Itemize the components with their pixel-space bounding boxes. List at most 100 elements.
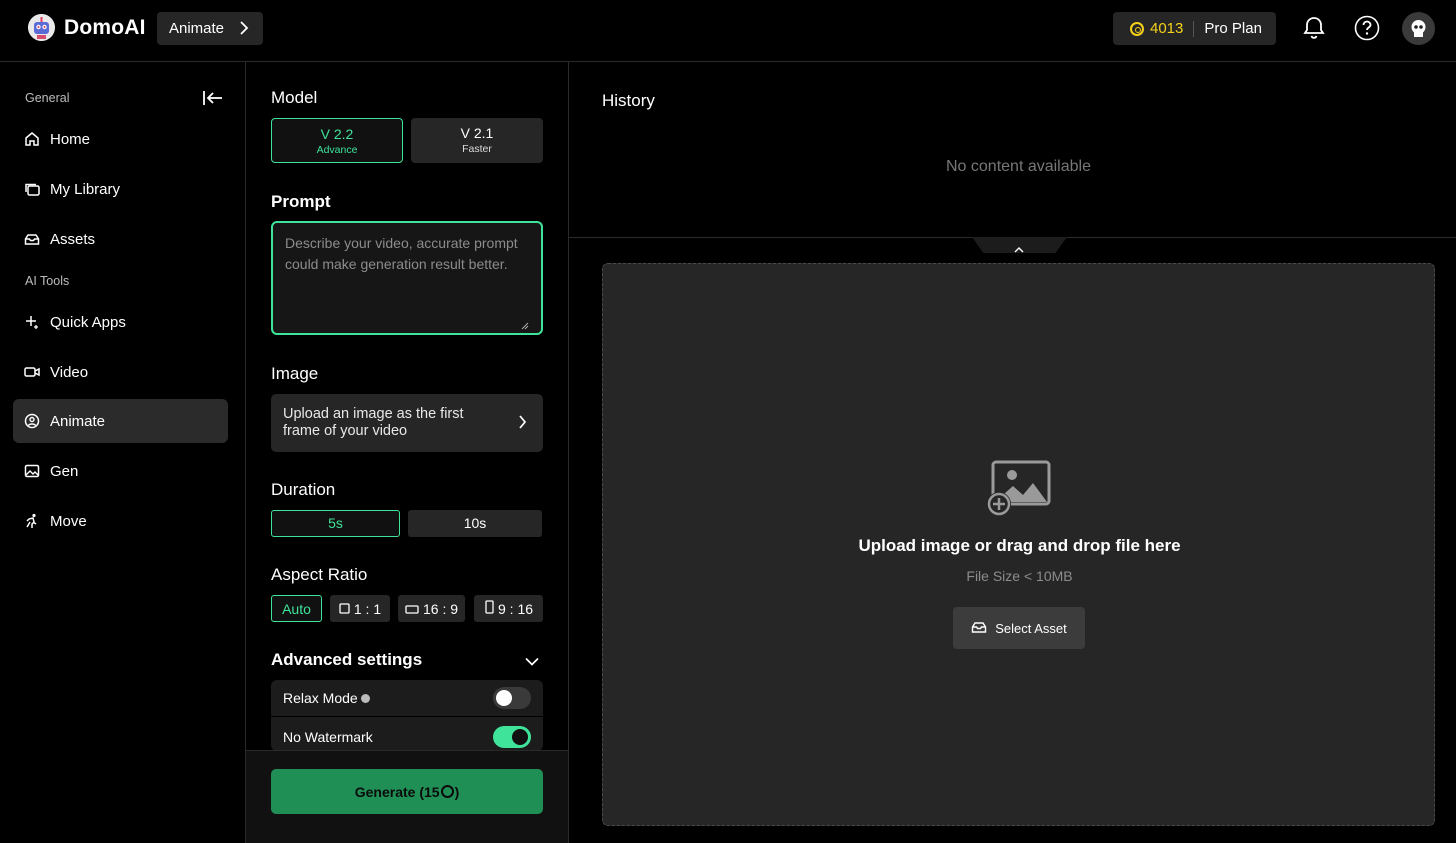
chevron-right-icon xyxy=(518,415,527,434)
chevron-up-icon xyxy=(1014,240,1024,253)
avatar[interactable] xyxy=(1402,12,1435,45)
aspect-label: 9 : 16 xyxy=(497,600,534,617)
model-version: V 2.1 xyxy=(460,125,494,141)
upload-title: Upload image or drag and drop file here xyxy=(858,536,1181,555)
history-title: History xyxy=(602,91,655,110)
image-title: Image xyxy=(271,364,319,383)
collapse-history-tab[interactable] xyxy=(972,237,1067,253)
run-icon xyxy=(23,512,41,530)
sidebar-item-label: Home xyxy=(50,130,91,148)
video-icon xyxy=(23,363,41,381)
logo-icon[interactable] xyxy=(28,14,55,41)
sidebar-item-gen[interactable]: Gen xyxy=(13,449,228,493)
generate-label: Generate (15 xyxy=(354,783,440,800)
model-desc: Faster xyxy=(462,143,492,155)
aspect-9-16-button[interactable]: 9 : 16 xyxy=(474,595,543,622)
landscape-icon xyxy=(405,601,419,617)
relax-mode-row: Relax Mode xyxy=(271,680,543,717)
coin-icon xyxy=(440,785,454,798)
prompt-box xyxy=(271,221,543,335)
sidebar-item-label: Gen xyxy=(50,462,79,480)
sidebar-item-quick-apps[interactable]: Quick Apps xyxy=(13,300,228,344)
app-name: DomoAI xyxy=(64,16,146,39)
aspect-16-9-button[interactable]: 16 : 9 xyxy=(398,595,465,622)
history-section: History No content available xyxy=(569,62,1456,238)
animate-icon xyxy=(23,412,41,430)
sidebar-item-assets[interactable]: Assets xyxy=(13,217,228,261)
image-upload-button[interactable]: Upload an image as the first frame of yo… xyxy=(271,394,543,452)
section-label-ai-tools: AI Tools xyxy=(25,274,70,288)
setting-label: No Watermark xyxy=(283,728,373,745)
select-asset-label: Select Asset xyxy=(995,620,1067,636)
bell-icon[interactable] xyxy=(1300,14,1328,42)
sidebar: General Home My Library Assets AI Tools … xyxy=(0,62,246,843)
prompt-input[interactable] xyxy=(285,233,529,321)
plan-label: Pro Plan xyxy=(1204,20,1262,37)
help-icon[interactable] xyxy=(1353,14,1381,42)
image-icon xyxy=(23,462,41,480)
generate-footer: Generate (15 ) xyxy=(246,750,568,843)
sidebar-item-video[interactable]: Video xyxy=(13,350,228,394)
square-icon xyxy=(339,601,350,617)
sidebar-item-label: Video xyxy=(50,363,89,381)
sparkle-icon xyxy=(23,313,41,331)
chevron-down-icon[interactable] xyxy=(525,653,539,671)
sidebar-item-move[interactable]: Move xyxy=(13,499,228,543)
model-v22-button[interactable]: V 2.2 Advance xyxy=(271,118,403,163)
breadcrumb-label: Animate xyxy=(169,20,225,37)
sidebar-item-label: Quick Apps xyxy=(50,313,126,331)
duration-title: Duration xyxy=(271,480,336,499)
sidebar-item-label: My Library xyxy=(50,180,121,198)
advanced-settings-box: Relax Mode No Watermark xyxy=(271,680,543,751)
select-asset-button[interactable]: Select Asset xyxy=(953,607,1085,649)
library-icon xyxy=(23,180,41,198)
aspect-label: Auto xyxy=(282,600,311,617)
sidebar-item-label: Assets xyxy=(50,230,96,248)
upload-dropzone[interactable]: Upload image or drag and drop file here … xyxy=(602,263,1435,826)
setting-label: Relax Mode xyxy=(283,690,358,706)
model-v21-button[interactable]: V 2.1 Faster xyxy=(411,118,543,163)
collapse-sidebar-icon[interactable] xyxy=(202,88,224,108)
credit-count: 4013 xyxy=(1150,20,1184,37)
model-title: Model xyxy=(271,88,318,107)
model-desc: Advance xyxy=(316,144,358,156)
empty-state-text: No content available xyxy=(946,158,1091,175)
generate-button[interactable]: Generate (15 ) xyxy=(271,769,543,814)
chevron-right-icon xyxy=(239,21,249,39)
credits-plan-button[interactable]: 4013 Pro Plan xyxy=(1113,12,1276,45)
duration-10s-button[interactable]: 10s xyxy=(408,510,542,537)
portrait-icon xyxy=(484,600,494,617)
aspect-1-1-button[interactable]: 1 : 1 xyxy=(330,595,390,622)
assets-icon xyxy=(971,620,987,637)
prompt-title: Prompt xyxy=(271,192,331,211)
duration-5s-button[interactable]: 5s xyxy=(271,510,400,537)
aspect-label: 1 : 1 xyxy=(353,600,382,617)
sidebar-item-home[interactable]: Home xyxy=(13,117,228,161)
relax-mode-toggle[interactable] xyxy=(493,687,531,709)
aspect-auto-button[interactable]: Auto xyxy=(271,595,322,622)
top-bar: DomoAI Animate 4013 Pro Plan xyxy=(0,0,1456,62)
divider xyxy=(1193,20,1195,37)
aspect-label: 16 : 9 xyxy=(422,600,459,617)
image-upload-text: Upload an image as the first frame of yo… xyxy=(283,406,464,439)
section-label-general: General xyxy=(25,91,70,105)
breadcrumb-animate[interactable]: Animate xyxy=(157,12,263,45)
generate-suffix: ) xyxy=(454,783,460,800)
aspect-ratio-title: Aspect Ratio xyxy=(271,565,368,584)
sidebar-item-my-library[interactable]: My Library xyxy=(13,167,228,211)
settings-panel: Model V 2.2 Advance V 2.1 Faster Prompt … xyxy=(246,62,569,843)
no-watermark-toggle[interactable] xyxy=(493,725,531,748)
home-icon xyxy=(23,130,41,148)
model-version: V 2.2 xyxy=(320,126,354,142)
add-image-icon xyxy=(985,460,1051,518)
sidebar-item-label: Animate xyxy=(50,412,106,430)
sidebar-item-label: Move xyxy=(50,512,87,530)
coin-icon xyxy=(1130,21,1144,36)
sidebar-item-animate[interactable]: Animate xyxy=(13,399,228,443)
no-watermark-row: No Watermark xyxy=(271,718,543,751)
advanced-settings-title[interactable]: Advanced settings xyxy=(271,650,422,670)
file-size-hint: File Size < 10MB xyxy=(966,568,1073,584)
assets-icon xyxy=(23,230,41,248)
info-icon[interactable] xyxy=(360,693,370,703)
resize-handle-icon[interactable] xyxy=(521,317,529,330)
